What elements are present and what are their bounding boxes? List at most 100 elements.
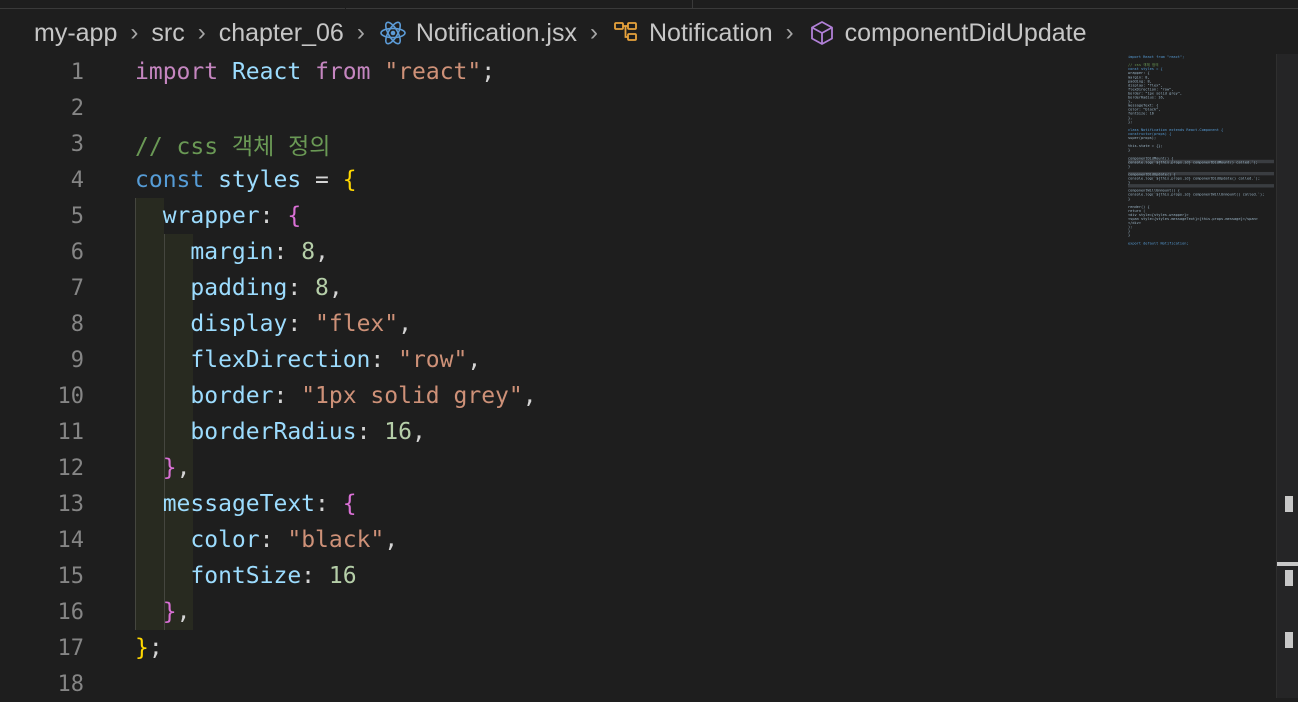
code-token: React (231, 59, 302, 85)
tab-edge (693, 0, 1298, 9)
code-token: , (467, 347, 482, 373)
code-text: messageText: { (135, 491, 357, 517)
class-icon (611, 18, 641, 48)
chevron-right-icon: › (130, 19, 139, 46)
line-number: 4 (70, 167, 84, 193)
chevron-right-icon: › (785, 19, 794, 46)
breadcrumb-label: componentDidUpdate (844, 18, 1087, 47)
line-number: 8 (70, 311, 84, 337)
code-token: "row" (398, 347, 468, 373)
breadcrumb-label: my-app (34, 18, 118, 47)
line-number: 5 (70, 203, 84, 229)
code-text: }, (135, 599, 191, 625)
code-text: const styles = { (135, 167, 357, 193)
code-token: : (301, 563, 329, 589)
code-line[interactable]: 10 border: "1px solid grey", (0, 378, 1120, 414)
tab-edge (346, 0, 693, 9)
code-token: , (315, 239, 329, 265)
code-line[interactable]: 8 display: "flex", (0, 306, 1120, 342)
line-number: 3 (70, 131, 84, 157)
code-token: from (315, 59, 371, 85)
minimap-line: export default Notification; (1128, 241, 1189, 245)
minimap-line: } (1128, 197, 1130, 201)
line-number: 2 (70, 95, 84, 121)
code-token: : (287, 311, 316, 337)
vertical-scrollbar[interactable] (1276, 54, 1298, 698)
minimap-line: }; (1128, 120, 1132, 124)
code-token: : (370, 347, 399, 373)
code-line[interactable]: 6 margin: 8, (0, 234, 1120, 270)
breadcrumb-item[interactable]: src (151, 19, 184, 48)
minimap[interactable]: import React from "react";// css 객체 정의co… (1126, 54, 1276, 254)
breadcrumb-item[interactable]: Notification.jsx (378, 18, 577, 48)
code-token: "1px solid grey" (301, 383, 523, 409)
code-line[interactable]: 3 // css 객체 정의 (0, 126, 1120, 162)
code-line[interactable]: 2 (0, 90, 1120, 126)
code-line[interactable]: 5 wrapper: { (0, 198, 1120, 234)
line-number: 12 (57, 455, 85, 481)
code-token: } (135, 635, 149, 661)
code-line[interactable]: 18 (0, 666, 1120, 702)
code-token: : (259, 203, 288, 229)
code-token: 8 (315, 275, 329, 301)
scroll-position-marker (1277, 562, 1298, 566)
code-line[interactable]: 9 flexDirection: "row", (0, 342, 1120, 378)
code-token: : (273, 239, 302, 265)
code-line[interactable]: 13 messageText: { (0, 486, 1120, 522)
code-token: , (176, 455, 191, 481)
code-token: , (398, 311, 412, 337)
line-number: 13 (57, 491, 85, 517)
code-text: margin: 8, (135, 239, 329, 265)
code-token: const (135, 167, 205, 193)
code-line[interactable]: 4 const styles = { (0, 162, 1120, 198)
line-number: 10 (57, 383, 85, 409)
code-line[interactable]: 12 }, (0, 450, 1120, 486)
line-number: 7 (70, 275, 84, 301)
chevron-right-icon: › (356, 19, 365, 46)
code-token: } (162, 599, 177, 625)
code-token: padding (190, 275, 288, 301)
minimap-line: borderRadius: 16, (1128, 96, 1165, 100)
code-token: 16 (384, 419, 412, 445)
line-number: 14 (57, 527, 85, 553)
breadcrumb-label: Notification.jsx (415, 18, 577, 47)
code-line[interactable]: 7 padding: 8, (0, 270, 1120, 306)
minimap-line: super(props); (1128, 136, 1156, 140)
code-editor[interactable]: 1 import React from "react"; 2 3 // css 객체 정… (0, 54, 1120, 698)
code-token: // css 객체 정의 (135, 134, 331, 160)
code-token: 16 (328, 563, 357, 589)
code-line[interactable]: 16 }, (0, 594, 1120, 630)
code-line[interactable]: 14 color: "black", (0, 522, 1120, 558)
code-token: "black" (287, 527, 385, 553)
code-token: border (190, 383, 274, 409)
line-number: 9 (70, 347, 84, 373)
code-token: messageText (162, 491, 316, 517)
breadcrumb-item[interactable]: componentDidUpdate (807, 18, 1087, 48)
minimap-line: console.log(`${this.props.id} componentW… (1128, 193, 1264, 197)
method-cube-icon (807, 18, 837, 48)
scroll-marker (1285, 496, 1293, 512)
code-text: border: "1px solid grey", (135, 383, 536, 409)
code-line[interactable]: 15 fontSize: 16 (0, 558, 1120, 594)
minimap-highlight (1128, 184, 1274, 188)
breadcrumb-item[interactable]: Notification (611, 18, 773, 48)
breadcrumb-item[interactable]: my-app (34, 19, 117, 48)
code-line[interactable]: 11 borderRadius: 16, (0, 414, 1120, 450)
code-token: , (384, 527, 399, 553)
code-line[interactable]: 1 import React from "react"; (0, 54, 1120, 90)
code-token: flexDirection (190, 347, 371, 373)
code-token: : (287, 275, 316, 301)
code-token: : (315, 491, 343, 517)
breadcrumb-label: src (151, 18, 185, 47)
breadcrumb-item[interactable]: chapter_06 (219, 19, 344, 48)
code-line[interactable]: 17}; (0, 630, 1120, 666)
code-token: { (342, 167, 357, 193)
